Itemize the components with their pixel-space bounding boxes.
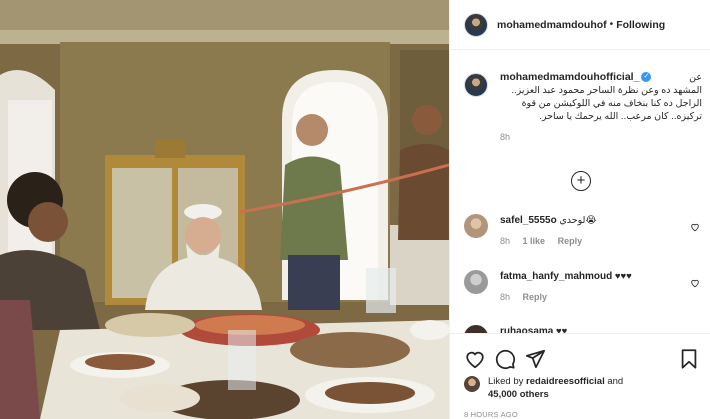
video-frame xyxy=(0,0,449,419)
bookmark-icon[interactable] xyxy=(678,348,700,370)
commenter-avatar[interactable] xyxy=(464,214,488,238)
caption-line-2: المشهد ده وعن نظرة الساحر محمود عبد العز… xyxy=(511,85,702,96)
likes-count[interactable]: 45,000 others xyxy=(488,389,549,400)
action-icons xyxy=(464,348,700,370)
caption: mohamedmamdouhofficial_ ✓ عن المشهد ده وع… xyxy=(464,71,702,142)
comment-username[interactable]: fatma_hanfy_mahmoud xyxy=(500,271,612,282)
liker-username[interactable]: redaidreesofficial xyxy=(526,376,605,387)
liker-avatar[interactable] xyxy=(464,376,480,392)
commenter-avatar[interactable] xyxy=(464,270,488,294)
like-comment-heart-icon[interactable] xyxy=(690,278,700,288)
load-more-comments-button[interactable]: + xyxy=(571,171,591,191)
heart-icon[interactable] xyxy=(464,348,486,370)
caption-line-4: تركيزه.. كان مرعب.. الله يرحمك يا ساحر. xyxy=(539,111,702,122)
likes-and: and xyxy=(607,376,624,387)
comment-likes[interactable]: 1 like xyxy=(523,236,546,246)
comment-username[interactable]: safel_5555o xyxy=(500,215,557,226)
header-separator: • xyxy=(609,19,614,30)
liked-by-prefix: Liked by xyxy=(488,376,524,387)
posted-time[interactable]: 8 HOURS AGO xyxy=(464,410,518,419)
share-icon[interactable] xyxy=(524,348,546,370)
following-button[interactable]: Following xyxy=(616,19,665,31)
author-avatar[interactable] xyxy=(464,12,488,37)
comments-list[interactable]: mohamedmamdouhofficial_ ✓ عن المشهد ده وع… xyxy=(450,51,710,333)
like-comment-heart-icon[interactable] xyxy=(690,222,700,232)
post-header: mohamedmamdouhof • Following xyxy=(450,0,710,50)
post-dialog: mohamedmamdouhof • Following mohamedmamd… xyxy=(0,0,710,419)
comment-text: ♥♥ xyxy=(556,326,568,333)
comment-item: fatma_hanfy_mahmoud ♥♥♥ 8h Reply xyxy=(464,270,700,302)
caption-username[interactable]: mohamedmamdouhofficial_ xyxy=(500,71,639,83)
caption-time[interactable]: 8h xyxy=(500,132,702,142)
comment-item: safel_5555o لوحدي😭 8h 1 like Reply xyxy=(464,214,700,246)
post-video[interactable] xyxy=(0,0,449,419)
comment-icon[interactable] xyxy=(494,348,516,370)
author-username[interactable]: mohamedmamdouhof xyxy=(497,19,607,31)
comment-time[interactable]: 8h xyxy=(500,292,510,302)
caption-avatar[interactable] xyxy=(464,73,488,97)
reply-button[interactable]: Reply xyxy=(558,236,583,246)
comment-item: ruhaosama ♥♥ xyxy=(464,325,700,333)
reply-button[interactable]: Reply xyxy=(523,292,548,302)
post-sidebar: mohamedmamdouhof • Following mohamedmamd… xyxy=(449,0,710,419)
comment-username[interactable]: ruhaosama xyxy=(500,326,553,333)
likes-summary: Liked by redaidreesofficial and 45,000 o… xyxy=(464,375,704,401)
comment-time[interactable]: 8h xyxy=(500,236,510,246)
caption-line-3: الراجل ده كنا بنخاف منه في اللوكيشن من ق… xyxy=(521,98,702,109)
post-actions: Liked by redaidreesofficial and 45,000 o… xyxy=(450,333,710,419)
caption-line-1: عن xyxy=(689,72,702,83)
commenter-avatar[interactable] xyxy=(464,325,488,333)
comment-text: لوحدي😭 xyxy=(559,215,597,226)
verified-badge-icon: ✓ xyxy=(641,72,652,83)
comment-text: ♥♥♥ xyxy=(614,271,632,282)
